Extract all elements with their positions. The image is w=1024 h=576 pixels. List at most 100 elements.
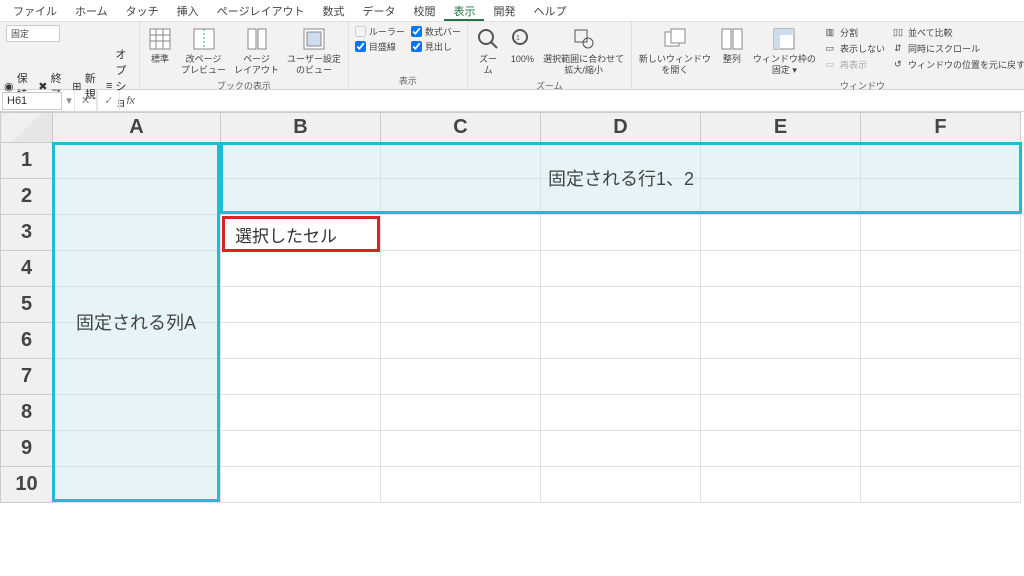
freeze-panes-button[interactable]: ウィンドウ枠の 固定 ▾ — [750, 24, 819, 78]
cell[interactable] — [541, 467, 701, 503]
cell[interactable] — [381, 431, 541, 467]
tab-developer[interactable]: 開発 — [484, 0, 524, 21]
tab-formulas[interactable]: 数式 — [313, 0, 353, 21]
tab-home[interactable]: ホーム — [66, 0, 117, 21]
col-header-F[interactable]: F — [861, 113, 1021, 143]
cell[interactable] — [53, 395, 221, 431]
name-box-dropdown[interactable]: ▾ — [64, 94, 74, 107]
zoom-selection-button[interactable]: 選択範囲に合わせて 拡大/縮小 — [540, 24, 626, 78]
cell[interactable] — [221, 287, 381, 323]
check-formulabar[interactable]: 数式バー — [409, 24, 463, 39]
name-box[interactable]: H61 — [2, 92, 62, 110]
tab-data[interactable]: データ — [353, 0, 404, 21]
cell[interactable] — [701, 431, 861, 467]
hide-button[interactable]: ▭表示しない — [821, 40, 887, 56]
cell[interactable] — [221, 467, 381, 503]
col-header-E[interactable]: E — [701, 113, 861, 143]
cell[interactable] — [861, 395, 1021, 431]
cell[interactable] — [541, 179, 701, 215]
cell[interactable] — [381, 323, 541, 359]
cell[interactable] — [861, 179, 1021, 215]
cell[interactable] — [701, 287, 861, 323]
cell[interactable] — [701, 215, 861, 251]
row-header-1[interactable]: 1 — [1, 143, 53, 179]
cell[interactable] — [381, 359, 541, 395]
cell[interactable] — [861, 467, 1021, 503]
cell[interactable] — [701, 395, 861, 431]
cell[interactable] — [541, 431, 701, 467]
cell[interactable] — [221, 395, 381, 431]
cell[interactable] — [381, 287, 541, 323]
cell[interactable] — [861, 323, 1021, 359]
new-window-button[interactable]: 新しいウィンドウ を開く — [636, 24, 714, 78]
cell[interactable] — [53, 467, 221, 503]
row-header-8[interactable]: 8 — [1, 395, 53, 431]
cell[interactable] — [541, 395, 701, 431]
cell[interactable] — [53, 287, 221, 323]
cell[interactable] — [861, 251, 1021, 287]
cell[interactable] — [53, 431, 221, 467]
row-header-10[interactable]: 10 — [1, 467, 53, 503]
unhide-button[interactable]: ▭再表示 — [821, 56, 887, 72]
cell[interactable] — [541, 215, 701, 251]
cell[interactable] — [221, 143, 381, 179]
cell[interactable] — [53, 251, 221, 287]
cell[interactable] — [861, 287, 1021, 323]
tab-help[interactable]: ヘルプ — [524, 0, 575, 21]
col-header-B[interactable]: B — [221, 113, 381, 143]
col-header-A[interactable]: A — [53, 113, 221, 143]
tab-review[interactable]: 校閲 — [404, 0, 444, 21]
check-headings[interactable]: 見出し — [409, 39, 463, 54]
row-header-4[interactable]: 4 — [1, 251, 53, 287]
zoom-button[interactable]: ズーム — [472, 24, 505, 78]
tab-view[interactable]: 表示 — [444, 0, 484, 21]
zoom-100-button[interactable]: 1100% — [506, 24, 538, 67]
cell[interactable] — [221, 179, 381, 215]
tab-pagelayout[interactable]: ページレイアウト — [208, 0, 314, 21]
view-custom-button[interactable]: ユーザー設定 のビュー — [284, 24, 344, 78]
cell[interactable] — [541, 287, 701, 323]
enter-formula-button[interactable]: ✓ — [97, 90, 120, 111]
row-header-9[interactable]: 9 — [1, 431, 53, 467]
arrange-button[interactable]: 整列 — [716, 24, 748, 67]
cell[interactable] — [53, 179, 221, 215]
cell[interactable] — [541, 143, 701, 179]
cell[interactable] — [541, 323, 701, 359]
split-button[interactable]: ▥分割 — [821, 24, 887, 40]
cell[interactable] — [861, 431, 1021, 467]
col-header-C[interactable]: C — [381, 113, 541, 143]
fx-icon[interactable]: fx — [120, 95, 141, 107]
cell[interactable] — [381, 395, 541, 431]
cell[interactable] — [381, 251, 541, 287]
cell[interactable] — [861, 215, 1021, 251]
cell[interactable] — [53, 359, 221, 395]
cell[interactable] — [701, 179, 861, 215]
cell[interactable] — [861, 143, 1021, 179]
cell[interactable] — [861, 359, 1021, 395]
cell[interactable] — [381, 215, 541, 251]
row-header-2[interactable]: 2 — [1, 179, 53, 215]
sheetview-dropdown[interactable]: 固定 — [6, 25, 60, 42]
cell[interactable] — [701, 251, 861, 287]
cell[interactable] — [381, 143, 541, 179]
row-header-3[interactable]: 3 — [1, 215, 53, 251]
row-header-6[interactable]: 6 — [1, 323, 53, 359]
cell[interactable] — [381, 467, 541, 503]
cell[interactable] — [221, 323, 381, 359]
tab-insert[interactable]: 挿入 — [168, 0, 208, 21]
cell[interactable] — [541, 251, 701, 287]
cancel-formula-button[interactable]: ✕ — [74, 90, 97, 111]
cell[interactable] — [221, 215, 381, 251]
cell[interactable] — [701, 323, 861, 359]
formula-input[interactable] — [141, 93, 1024, 109]
tab-file[interactable]: ファイル — [4, 0, 66, 21]
cell[interactable] — [221, 431, 381, 467]
view-normal-button[interactable]: 標準 — [144, 24, 176, 67]
cell[interactable] — [221, 359, 381, 395]
tab-touch[interactable]: タッチ — [117, 0, 168, 21]
cell[interactable] — [221, 251, 381, 287]
cell[interactable] — [53, 215, 221, 251]
cell[interactable] — [381, 179, 541, 215]
view-pagebreak-button[interactable]: 改ページ プレビュー — [178, 24, 229, 78]
cell[interactable] — [701, 143, 861, 179]
